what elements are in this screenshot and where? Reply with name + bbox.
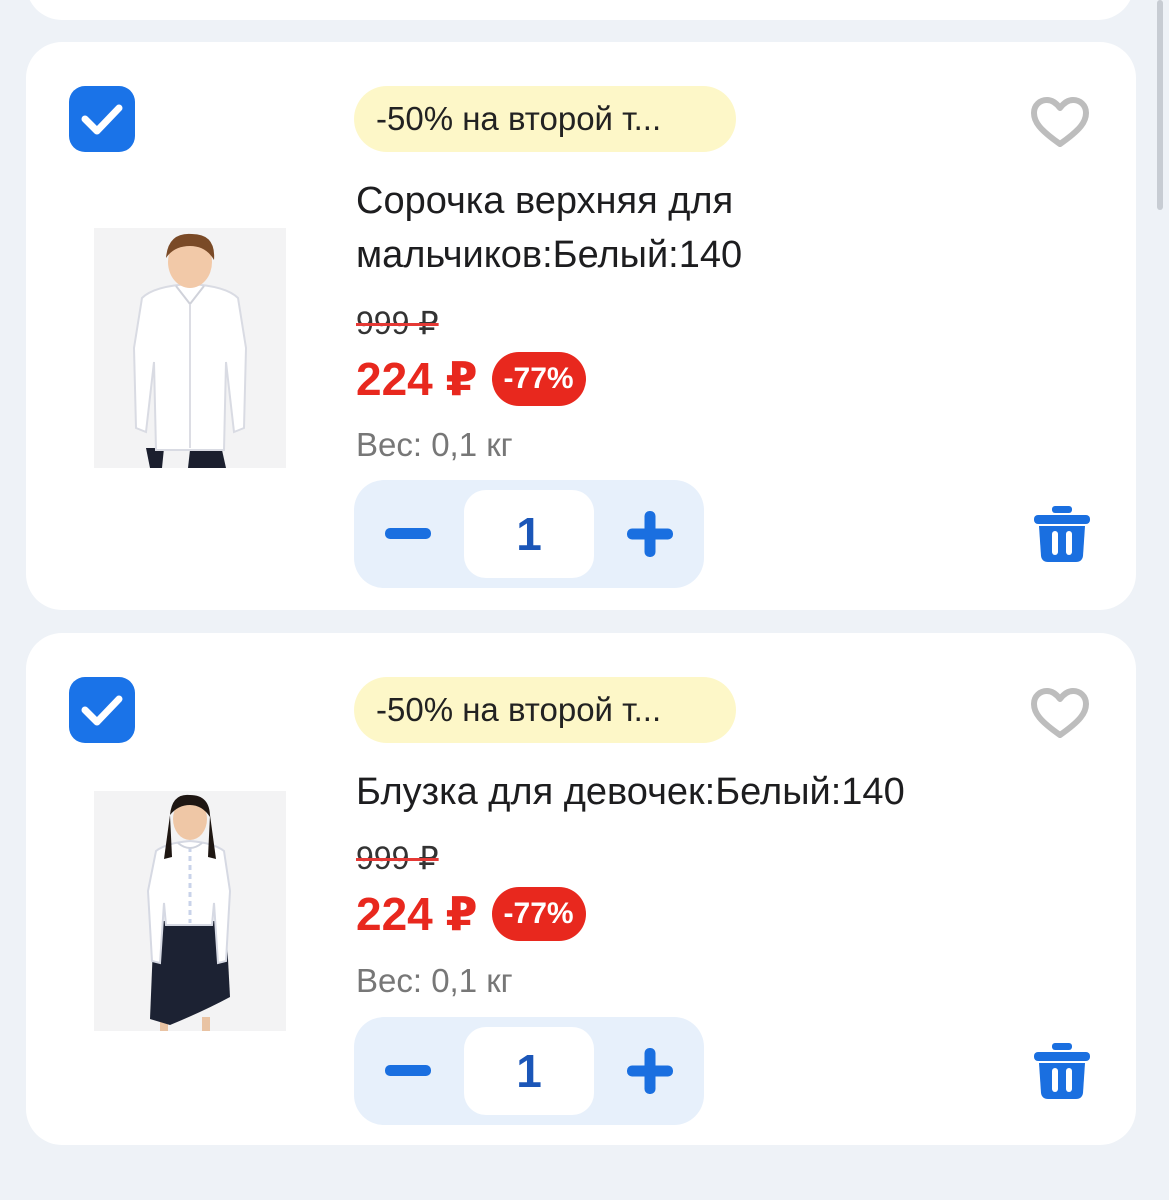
boy-shirt-image <box>94 228 286 468</box>
product-title-line: Блузка для девочек:Белый:140 <box>356 771 905 813</box>
product-title[interactable]: Сорочка верхняя для мальчиков:Белый:140 <box>356 174 1076 282</box>
product-title-line: Сорочка верхняя для <box>356 180 734 222</box>
heart-icon[interactable] <box>1030 97 1090 149</box>
minus-icon <box>385 528 431 539</box>
promo-badge[interactable]: -50% на второй т... <box>354 86 736 152</box>
old-price: 999 ₽ <box>356 840 439 876</box>
old-price: 999 ₽ <box>356 305 439 341</box>
girl-blouse-image <box>94 791 286 1031</box>
product-title[interactable]: Блузка для девочек:Белый:140 <box>356 765 1076 819</box>
discount-badge: -77% <box>491 887 586 941</box>
increase-button[interactable] <box>596 480 704 588</box>
plus-icon <box>627 1048 673 1094</box>
weight-label: Вес: 0,1 кг <box>356 426 513 463</box>
cart-item-card: -50% на второй т... Блузка для девочек:Б… <box>26 633 1136 1145</box>
current-price: 224 ₽ <box>356 888 478 940</box>
previous-card-bottom <box>26 0 1134 20</box>
promo-badge[interactable]: -50% на второй т... <box>354 677 736 743</box>
check-icon <box>81 104 123 135</box>
plus-icon <box>627 511 673 557</box>
increase-button[interactable] <box>596 1017 704 1125</box>
product-title-line: мальчиков:Белый:140 <box>356 234 743 276</box>
scrollbar[interactable] <box>1157 0 1163 210</box>
minus-icon <box>385 1065 431 1076</box>
decrease-button[interactable] <box>354 480 462 588</box>
quantity-stepper: 1 <box>354 1017 704 1125</box>
trash-icon[interactable] <box>1032 1041 1092 1101</box>
product-image[interactable] <box>94 228 286 468</box>
current-price: 224 ₽ <box>356 353 478 405</box>
quantity-stepper: 1 <box>354 480 704 588</box>
check-icon <box>81 695 123 726</box>
cart-item-card: -50% на второй т... Сорочка верхняя для … <box>26 42 1136 610</box>
price-row: 224 ₽ -77% <box>356 887 586 941</box>
discount-badge: -77% <box>491 352 586 406</box>
item-select-checkbox[interactable] <box>69 86 135 152</box>
decrease-button[interactable] <box>354 1017 462 1125</box>
weight-label: Вес: 0,1 кг <box>356 962 513 999</box>
quantity-value[interactable]: 1 <box>464 490 594 578</box>
product-image[interactable] <box>94 791 286 1031</box>
heart-icon[interactable] <box>1030 688 1090 740</box>
item-select-checkbox[interactable] <box>69 677 135 743</box>
quantity-value[interactable]: 1 <box>464 1027 594 1115</box>
price-row: 224 ₽ -77% <box>356 352 586 406</box>
trash-icon[interactable] <box>1032 504 1092 564</box>
